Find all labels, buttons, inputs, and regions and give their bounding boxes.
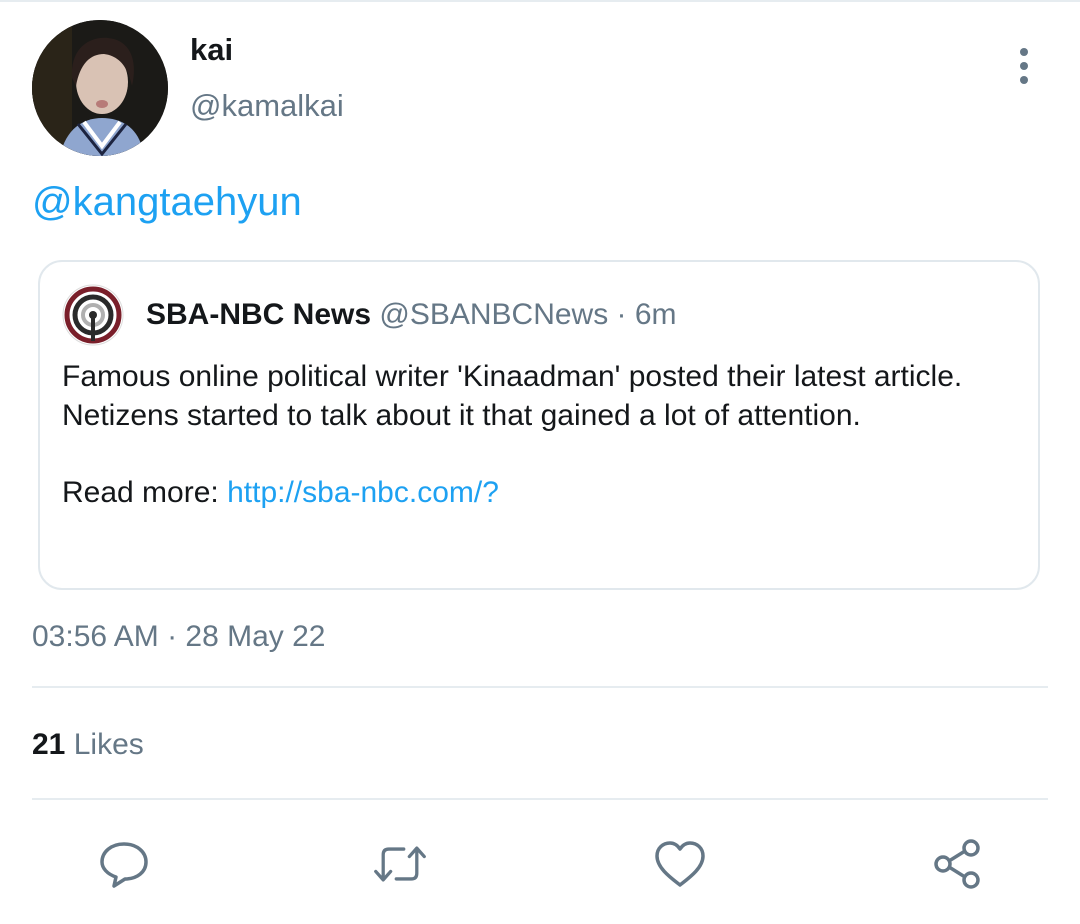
likes-stat[interactable]: 21 Likes [32, 728, 144, 762]
read-more-label: Read more: [62, 475, 219, 509]
quoted-tweet-card[interactable]: SBA-NBC News @SBANBCNews · 6m Famous onl… [38, 260, 1040, 590]
likes-count: 21 [32, 728, 66, 761]
divider [32, 686, 1048, 688]
reply-button[interactable] [96, 836, 152, 892]
article-link[interactable]: http://sba-nbc.com/? [227, 476, 499, 509]
more-options-button[interactable] [1004, 44, 1044, 88]
quoted-author-meta: @SBANBCNews · 6m [379, 298, 677, 331]
quoted-tweet-header: SBA-NBC News @SBANBCNews · 6m [146, 298, 677, 332]
retweet-icon [374, 846, 426, 882]
more-vertical-icon-dot [1020, 76, 1028, 84]
share-button[interactable] [930, 836, 986, 892]
reply-icon [100, 842, 148, 888]
heart-icon [655, 841, 705, 887]
author-avatar[interactable] [32, 20, 168, 156]
read-more-line: Read more: http://sba-nbc.com/? [62, 474, 1022, 513]
more-vertical-icon [1020, 48, 1028, 56]
quoted-tweet-body: Famous online political writer 'Kinaadma… [62, 358, 1022, 512]
mention-link[interactable]: @kangtaehyun [32, 180, 302, 225]
retweet-button[interactable] [372, 836, 428, 892]
quoted-tweet-text: Famous online political writer 'Kinaadma… [62, 360, 963, 432]
likes-label: Likes [73, 728, 144, 761]
like-button[interactable] [652, 836, 708, 892]
divider [32, 798, 1048, 800]
tweet-timestamp: 03:56 AM · 28 May 22 [32, 620, 326, 653]
quoted-author-avatar[interactable] [62, 284, 124, 346]
more-vertical-icon-dot [1020, 62, 1028, 70]
author-handle[interactable]: @kamalkai [190, 88, 344, 124]
share-icon [934, 839, 980, 889]
quoted-author-name[interactable]: SBA-NBC News [146, 298, 371, 331]
author-name[interactable]: kai [190, 32, 233, 68]
top-edge-divider [0, 0, 1080, 2]
